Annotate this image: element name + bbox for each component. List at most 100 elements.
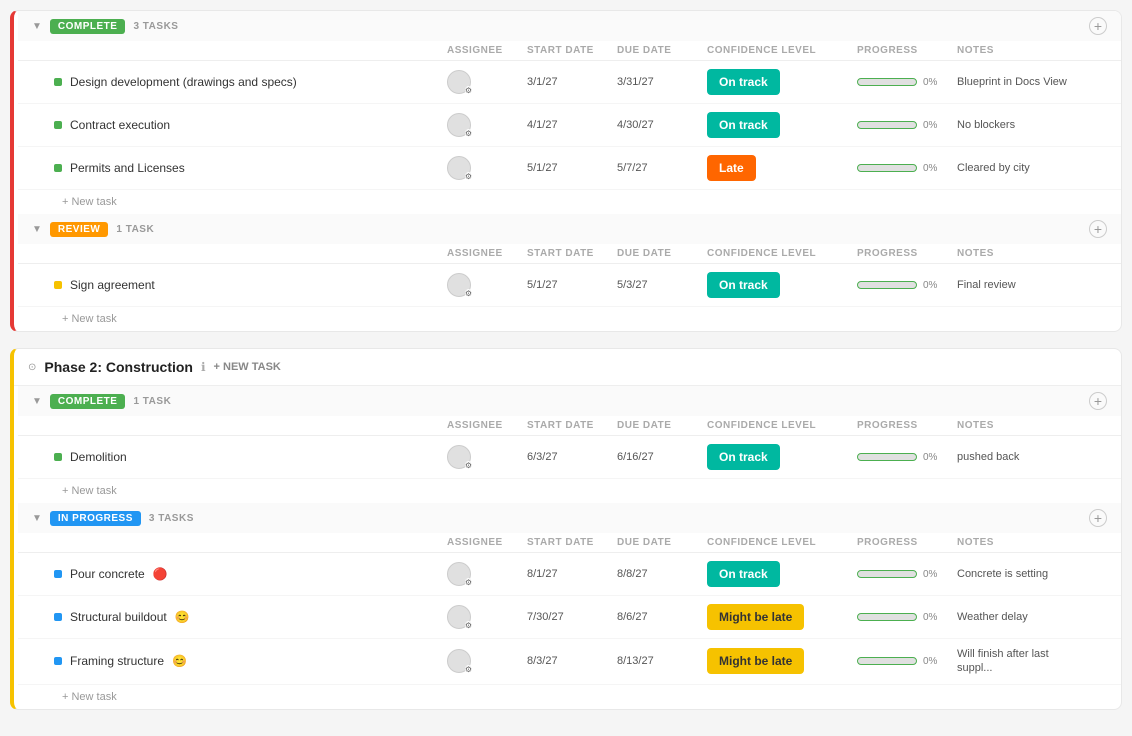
col-startdate: START DATE (527, 248, 617, 259)
confidence-cell[interactable]: On track (707, 561, 857, 587)
phase-header: ⊙ Phase 2: Construction ℹ + NEW TASK (14, 349, 1121, 386)
progress-percent: 0% (923, 120, 937, 131)
confidence-button[interactable]: On track (707, 561, 780, 587)
info-icon[interactable]: ℹ (201, 360, 206, 374)
col-duedate: DUE DATE (617, 420, 707, 431)
avatar[interactable] (447, 273, 471, 297)
confidence-cell[interactable]: Might be late (707, 604, 857, 630)
avatar[interactable] (447, 649, 471, 673)
col-progress: PROGRESS (857, 420, 957, 431)
confidence-button[interactable]: On track (707, 444, 780, 470)
due-date: 8/13/27 (617, 655, 707, 667)
task-dot (54, 657, 62, 665)
task-count: 1 TASK (133, 396, 171, 407)
confidence-cell[interactable]: On track (707, 112, 857, 138)
confidence-button[interactable]: Might be late (707, 604, 804, 630)
due-date: 4/30/27 (617, 119, 707, 131)
confidence-button[interactable]: Might be late (707, 648, 804, 674)
table-row: Design development (drawings and specs) … (18, 61, 1121, 104)
confidence-cell[interactable]: On track (707, 444, 857, 470)
progress-bar: 0% (857, 569, 957, 580)
assignee-cell[interactable] (447, 649, 527, 673)
avatar[interactable] (447, 70, 471, 94)
task-name-label: Design development (drawings and specs) (70, 75, 297, 89)
col-actions (1077, 420, 1107, 431)
column-headers: ASSIGNEE START DATE DUE DATE CONFIDENCE … (18, 244, 1121, 264)
col-startdate: START DATE (527, 45, 617, 56)
phase-section: ▼ COMPLETE 3 TASKS + ASSIGNEE START DATE… (10, 10, 1122, 332)
progress-bar: 0% (857, 77, 957, 88)
task-group: ▼ IN PROGRESS 3 TASKS + ASSIGNEE START D… (14, 503, 1121, 709)
chevron-down-icon[interactable]: ⊙ (28, 362, 36, 373)
notes-cell: Blueprint in Docs View (957, 75, 1077, 89)
confidence-cell[interactable]: On track (707, 69, 857, 95)
table-row: Framing structure 😊 8/3/27 8/13/27 Might… (18, 639, 1121, 685)
col-startdate: START DATE (527, 420, 617, 431)
assignee-cell[interactable] (447, 113, 527, 137)
col-task (54, 45, 447, 56)
col-duedate: DUE DATE (617, 248, 707, 259)
notes-cell: Cleared by city (957, 161, 1077, 175)
col-confidence: CONFIDENCE LEVEL (707, 537, 857, 548)
new-task-link[interactable]: + New task (18, 479, 1121, 503)
assignee-cell[interactable] (447, 562, 527, 586)
task-name-cell: Pour concrete 🔴 (54, 567, 447, 581)
col-notes: NOTES (957, 420, 1077, 431)
group-header: ▼ IN PROGRESS 3 TASKS + (18, 503, 1121, 533)
col-progress: PROGRESS (857, 537, 957, 548)
col-notes: NOTES (957, 537, 1077, 548)
chevron-down-icon[interactable]: ▼ (32, 513, 42, 524)
due-date: 3/31/27 (617, 76, 707, 88)
task-group: ▼ COMPLETE 1 TASK + ASSIGNEE START DATE … (14, 386, 1121, 503)
task-name-label: Sign agreement (70, 278, 155, 292)
avatar[interactable] (447, 113, 471, 137)
chevron-down-icon[interactable]: ▼ (32, 396, 42, 407)
new-task-link[interactable]: + New task (18, 307, 1121, 331)
task-dot (54, 121, 62, 129)
task-name-cell: Structural buildout 😊 (54, 610, 447, 624)
assignee-cell[interactable] (447, 605, 527, 629)
confidence-cell[interactable]: Might be late (707, 648, 857, 674)
status-emoji: 🔴 (153, 567, 168, 581)
task-dot (54, 281, 62, 289)
new-task-phase-button[interactable]: + NEW TASK (214, 361, 281, 373)
confidence-cell[interactable]: On track (707, 272, 857, 298)
confidence-button[interactable]: On track (707, 69, 780, 95)
chevron-down-icon[interactable]: ▼ (32, 224, 42, 235)
add-task-icon[interactable]: + (1089, 220, 1107, 238)
assignee-cell[interactable] (447, 70, 527, 94)
avatar[interactable] (447, 445, 471, 469)
add-task-icon[interactable]: + (1089, 17, 1107, 35)
task-name-label: Demolition (70, 450, 127, 464)
avatar[interactable] (447, 562, 471, 586)
new-task-link[interactable]: + New task (18, 190, 1121, 214)
due-date: 8/6/27 (617, 611, 707, 623)
add-task-icon[interactable]: + (1089, 509, 1107, 527)
confidence-button[interactable]: On track (707, 272, 780, 298)
avatar[interactable] (447, 605, 471, 629)
task-name-cell: Demolition (54, 450, 447, 464)
task-count: 3 TASKS (149, 513, 194, 524)
task-name-label: Structural buildout (70, 610, 167, 624)
assignee-cell[interactable] (447, 445, 527, 469)
notes-cell: Final review (957, 278, 1077, 292)
col-task (54, 248, 447, 259)
table-row: Permits and Licenses 5/1/27 5/7/27 Late … (18, 147, 1121, 190)
task-dot (54, 78, 62, 86)
confidence-button[interactable]: Late (707, 155, 756, 181)
status-badge: IN PROGRESS (50, 511, 141, 526)
column-headers: ASSIGNEE START DATE DUE DATE CONFIDENCE … (18, 41, 1121, 61)
group-header: ▼ COMPLETE 1 TASK + (18, 386, 1121, 416)
due-date: 6/16/27 (617, 451, 707, 463)
confidence-cell[interactable]: Late (707, 155, 857, 181)
progress-bar-bg (857, 164, 917, 172)
progress-bar: 0% (857, 452, 957, 463)
assignee-cell[interactable] (447, 273, 527, 297)
chevron-down-icon[interactable]: ▼ (32, 21, 42, 32)
confidence-button[interactable]: On track (707, 112, 780, 138)
add-task-icon[interactable]: + (1089, 392, 1107, 410)
col-assignee: ASSIGNEE (447, 537, 527, 548)
avatar[interactable] (447, 156, 471, 180)
progress-bar: 0% (857, 120, 957, 131)
assignee-cell[interactable] (447, 156, 527, 180)
